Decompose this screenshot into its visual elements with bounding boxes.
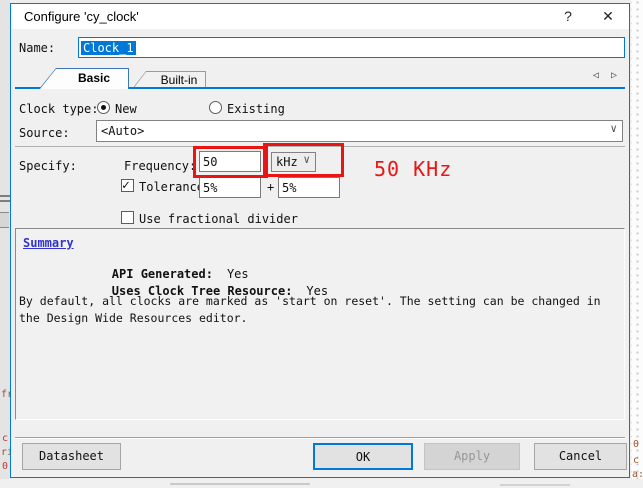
name-label: Name:	[19, 41, 55, 55]
fractional-divider-label[interactable]: Use fractional divider	[139, 212, 298, 226]
tolerance-plus-input[interactable]	[278, 177, 340, 198]
background-mark	[0, 195, 10, 197]
dialog-title: Configure 'cy_clock'	[24, 4, 139, 29]
summary-panel: Summary API Generated:Yes Uses Clock Tre…	[15, 228, 625, 420]
tab-scroll-left-icon[interactable]: ◁	[593, 70, 599, 81]
close-icon[interactable]: ✕	[597, 7, 619, 26]
background-mark	[170, 483, 310, 485]
radio-new-label[interactable]: New	[115, 102, 137, 116]
chevron-down-icon: ∨	[610, 122, 617, 135]
frequency-unit-select[interactable]: kHz ∨	[271, 152, 316, 172]
radio-existing-label[interactable]: Existing	[227, 102, 285, 116]
checkmark-icon: ✓	[122, 178, 130, 193]
footer-divider	[15, 437, 625, 439]
source-label: Source:	[19, 126, 70, 140]
background-mark	[500, 484, 570, 486]
background-schematic-canvas: 0 c a:	[631, 0, 643, 488]
cancel-button[interactable]: Cancel	[534, 443, 627, 470]
fractional-divider-checkbox[interactable]	[121, 211, 134, 224]
frequency-input[interactable]	[199, 151, 261, 172]
source-value: <Auto>	[101, 121, 144, 141]
radio-existing[interactable]	[209, 101, 222, 114]
radio-new[interactable]	[97, 101, 110, 114]
summary-heading: Summary	[23, 236, 74, 250]
background-text-fragment: c	[2, 434, 8, 444]
section-divider	[15, 146, 625, 147]
background-text-fragment: 0	[2, 462, 8, 472]
background-left-panel: fr c ri 0	[0, 0, 10, 488]
background-mark	[0, 212, 9, 228]
screen: 0 c a: fr c ri 0 Configure 'cy_clock' ? …	[0, 0, 643, 488]
source-select[interactable]: <Auto> ∨	[96, 120, 623, 142]
tolerance-checkbox[interactable]: ✓	[121, 179, 134, 192]
tab-scroll-arrows: ◁ ▷	[587, 70, 617, 81]
background-text-fragment: 0	[633, 440, 639, 450]
tab-scroll-right-icon[interactable]: ▷	[611, 70, 617, 81]
background-bottom-strip	[0, 479, 643, 488]
chevron-down-icon: ∨	[303, 153, 310, 166]
summary-note: By default, all clocks are marked as 'st…	[19, 293, 621, 327]
ok-button[interactable]: OK	[313, 443, 413, 470]
specify-label: Specify:	[19, 159, 77, 173]
configure-clock-dialog: Configure 'cy_clock' ? ✕ Name: Clock_1 B…	[10, 3, 630, 478]
tab-basic-label: Basic	[59, 68, 129, 89]
clock-type-label: Clock type:	[19, 102, 98, 116]
help-icon[interactable]: ?	[557, 7, 579, 26]
name-input[interactable]: Clock_1	[78, 37, 625, 58]
datasheet-button[interactable]: Datasheet	[22, 443, 121, 470]
background-text-fragment: c	[633, 456, 639, 466]
tolerance-minus-input[interactable]	[199, 177, 261, 198]
name-input-selected-text: Clock_1	[81, 41, 136, 55]
tab-basic[interactable]: Basic	[39, 68, 129, 89]
annotation-text: 50 KHz	[374, 157, 452, 181]
frequency-label: Frequency:	[124, 159, 196, 173]
apply-button[interactable]: Apply	[424, 443, 520, 470]
frequency-unit-value: kHz	[276, 153, 298, 171]
background-mark	[0, 200, 10, 202]
title-bar: Configure 'cy_clock' ? ✕	[11, 4, 629, 29]
plus-sign: +	[267, 180, 274, 194]
